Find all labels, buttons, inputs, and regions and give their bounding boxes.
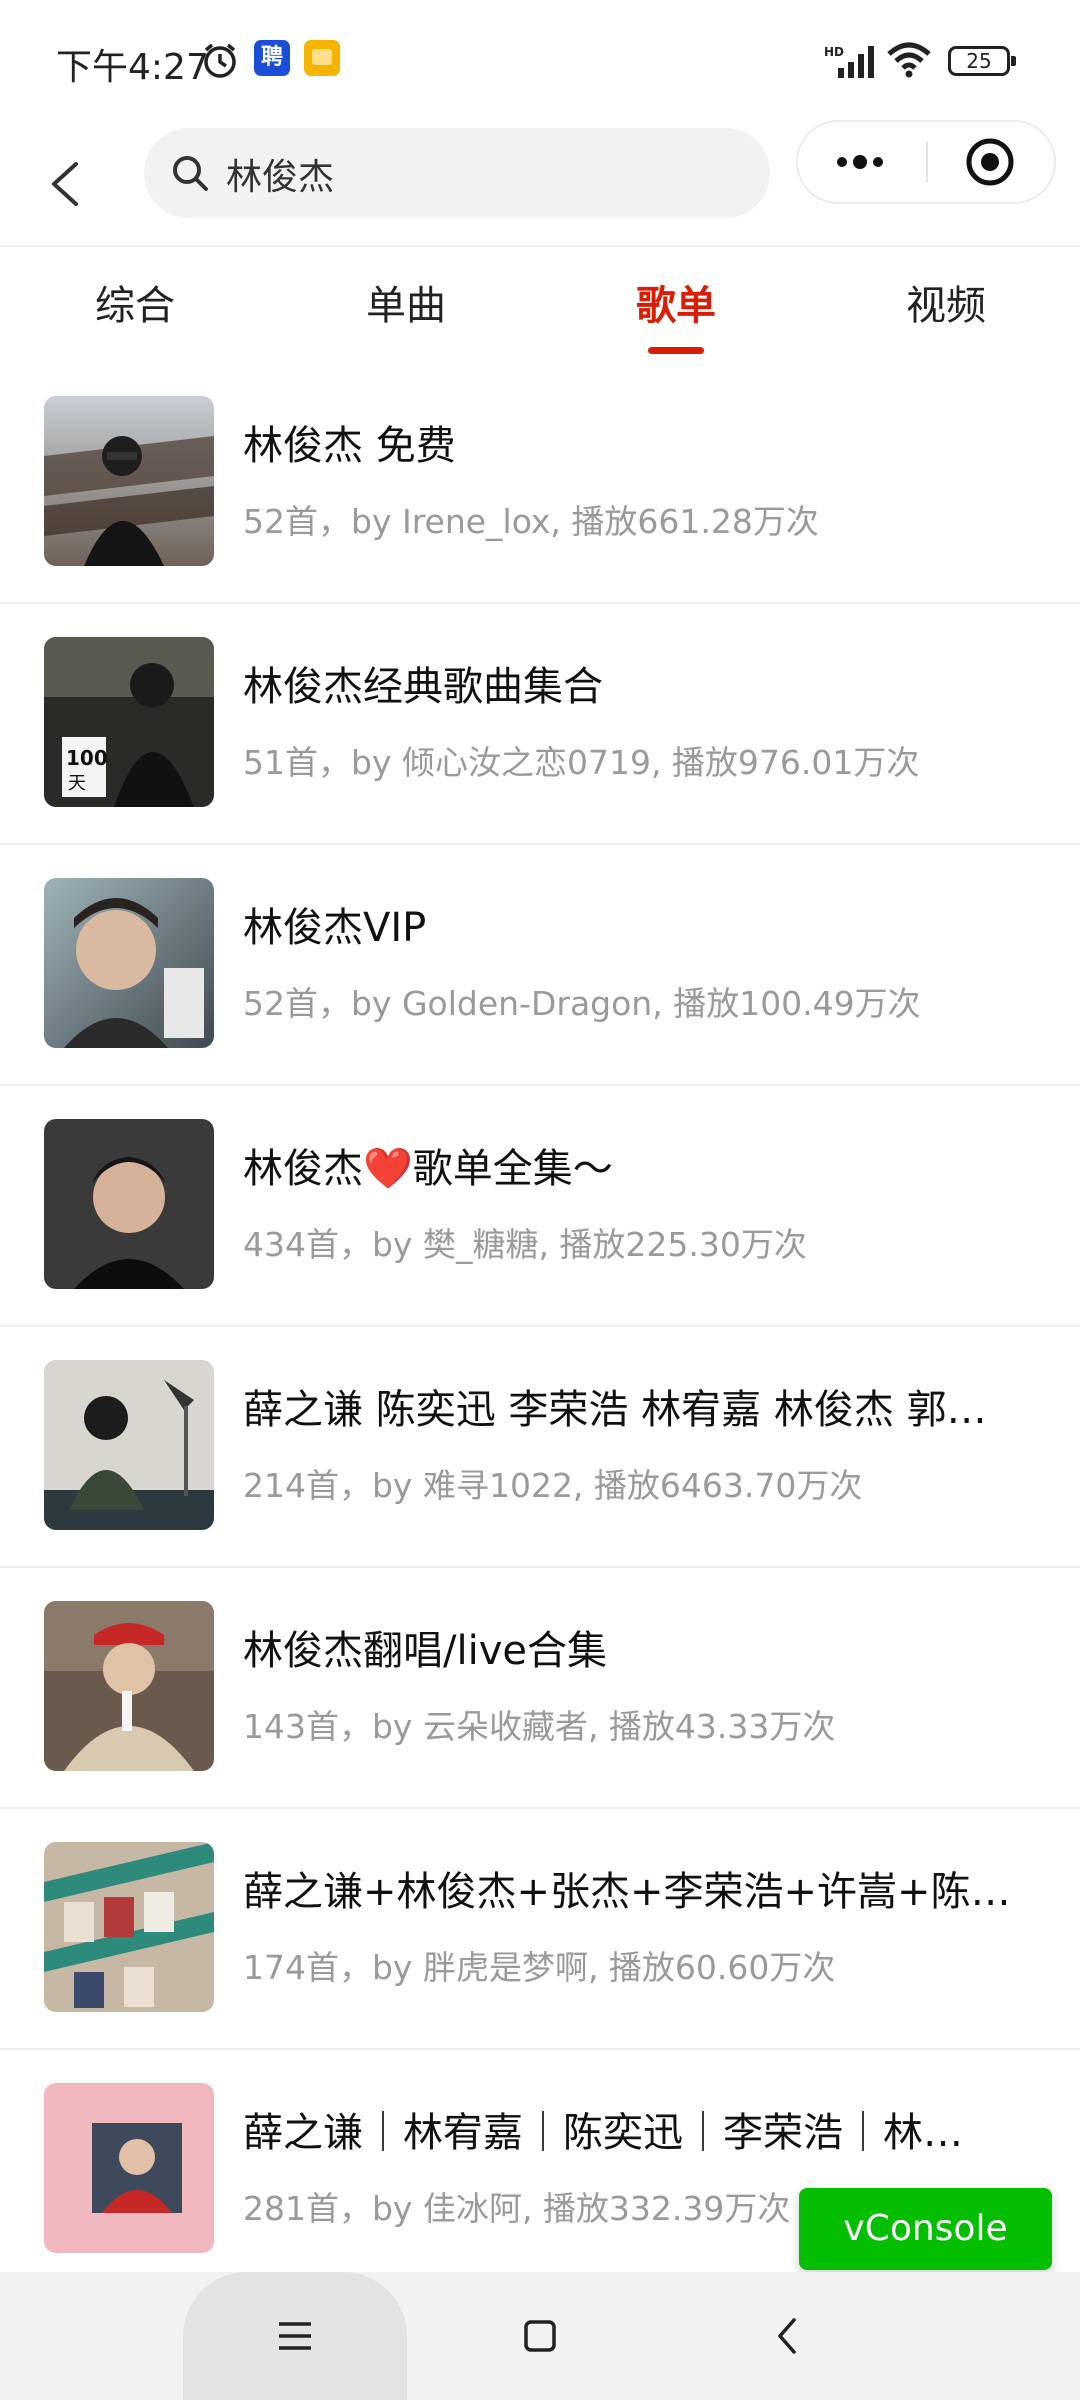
playlist-row[interactable]: 薛之谦 陈奕迅 李荣浩 林宥嘉 林俊杰 郭… 214首，by 难寻1022, 播… [0, 1327, 1080, 1568]
tab-songs[interactable]: 单曲 [316, 273, 496, 331]
playlist-meta: 51首，by 倾心汝之恋0719, 播放976.01万次 [243, 743, 920, 782]
svg-text:100: 100 [66, 746, 108, 770]
playlist-meta: 52首，by Irene_lox, 播放661.28万次 [243, 502, 819, 541]
tab-playlists[interactable]: 歌单 [586, 273, 766, 331]
active-tab-indicator [648, 347, 704, 354]
playlist-meta: 214首，by 难寻1022, 播放6463.70万次 [243, 1466, 863, 1505]
svg-text:HD: HD [824, 45, 844, 59]
search-icon [170, 153, 210, 197]
playlist-cover [44, 1601, 214, 1771]
playlist-title: 林俊杰经典歌曲集合 [243, 664, 603, 710]
playlist-title: 林俊杰 免费 [243, 423, 456, 469]
menu-icon[interactable] [275, 2312, 315, 2364]
wifi-icon [886, 42, 932, 82]
tab-bar: 综合 单曲 歌单 视频 [0, 247, 1080, 363]
alarm-icon [200, 40, 240, 84]
playlist-cover: 100 天 [44, 637, 214, 807]
square-home-icon[interactable] [520, 2312, 560, 2364]
svg-text:天: 天 [68, 773, 86, 794]
status-time: 下午4:27 [56, 47, 209, 88]
app-notification-icon [304, 40, 340, 76]
playlist-title: 薛之谦 陈奕迅 李荣浩 林宥嘉 林俊杰 郭… [243, 1387, 987, 1433]
playlist-cover [44, 878, 214, 1048]
app-notification-icon: 聘 [254, 40, 290, 76]
system-navigation-bar [0, 2272, 1080, 2400]
mini-program-capsule [796, 120, 1056, 204]
playlist-title: 薛之谦｜林宥嘉｜陈奕迅｜李荣浩｜林… [243, 2110, 963, 2156]
search-box[interactable] [144, 128, 770, 220]
playlist-title: 林俊杰翻唱/live合集 [243, 1628, 607, 1674]
close-button[interactable] [928, 122, 1056, 202]
playlist-list: 林俊杰 免费 52首，by Irene_lox, 播放661.28万次 100 天… [0, 363, 1080, 2291]
playlist-cover [44, 1119, 214, 1289]
playlist-cover [44, 1842, 214, 2012]
tab-videos[interactable]: 视频 [856, 273, 1036, 331]
playlist-row[interactable]: 林俊杰❤️歌单全集～ 434首，by 樊_糖糖, 播放225.30万次 [0, 1086, 1080, 1327]
playlist-title: 薛之谦+林俊杰+张杰+李荣浩+许嵩+陈… [243, 1869, 1011, 1915]
vconsole-button[interactable]: vConsole [799, 2188, 1052, 2270]
signal-icon: HD [824, 44, 876, 82]
tab-general[interactable]: 综合 [45, 273, 225, 331]
back-button[interactable] [40, 138, 96, 228]
back-icon[interactable] [768, 2312, 808, 2364]
playlist-cover [44, 2083, 214, 2253]
playlist-row[interactable]: 林俊杰 免费 52首，by Irene_lox, 播放661.28万次 [0, 363, 1080, 604]
search-input[interactable] [224, 128, 748, 220]
battery-level: 25 [966, 49, 992, 73]
playlist-title: 林俊杰❤️歌单全集～ [243, 1146, 613, 1192]
search-header [0, 120, 1080, 246]
status-bar: 下午4:27 聘 HD 25 [0, 0, 1080, 120]
playlist-row[interactable]: 薛之谦+林俊杰+张杰+李荣浩+许嵩+陈… 174首，by 胖虎是梦啊, 播放60… [0, 1809, 1080, 2050]
playlist-meta: 52首，by Golden-Dragon, 播放100.49万次 [243, 984, 921, 1023]
playlist-row[interactable]: 林俊杰翻唱/live合集 143首，by 云朵收藏者, 播放43.33万次 [0, 1568, 1080, 1809]
playlist-meta: 434首，by 樊_糖糖, 播放225.30万次 [243, 1225, 807, 1264]
playlist-meta: 143首，by 云朵收藏者, 播放43.33万次 [243, 1707, 836, 1746]
more-button[interactable] [798, 122, 926, 202]
playlist-row[interactable]: 100 天 林俊杰经典歌曲集合 51首，by 倾心汝之恋0719, 播放976.0… [0, 604, 1080, 845]
battery-icon: 25 [948, 46, 1016, 76]
playlist-title: 林俊杰VIP [243, 905, 427, 951]
playlist-meta: 174首，by 胖虎是梦啊, 播放60.60万次 [243, 1948, 836, 1987]
playlist-cover [44, 396, 214, 566]
playlist-cover [44, 1360, 214, 1530]
playlist-row[interactable]: 林俊杰VIP 52首，by Golden-Dragon, 播放100.49万次 [0, 845, 1080, 1086]
